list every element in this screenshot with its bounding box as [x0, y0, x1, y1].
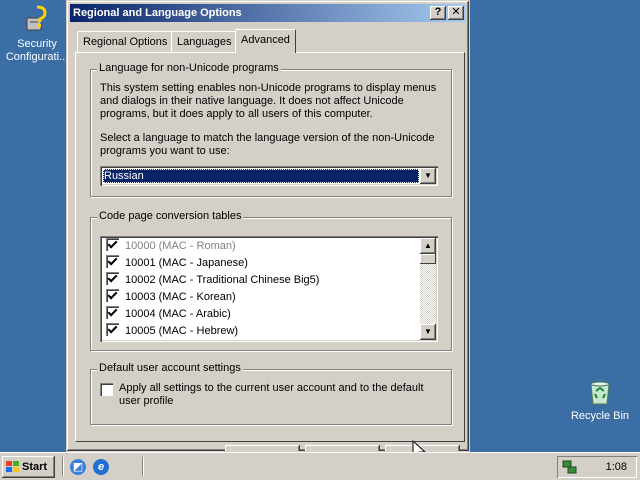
code-page-label: 10002 (MAC - Traditional Chinese Big5) [125, 274, 320, 286]
list-item[interactable]: 10005 (MAC - Hebrew) [106, 323, 238, 340]
network-tray-icon[interactable] [562, 459, 578, 475]
code-page-checkbox[interactable] [106, 289, 119, 302]
apply-default-user-checkbox[interactable] [100, 383, 113, 396]
system-tray: 1:08 [557, 456, 637, 478]
code-page-checkbox[interactable] [106, 272, 119, 285]
close-button[interactable]: ✕ [448, 6, 464, 20]
code-page-checkbox[interactable] [106, 306, 119, 319]
list-scrollbar[interactable]: ▲ ▼ [420, 238, 436, 340]
default-user-group: Default user account settings Apply all … [90, 362, 452, 425]
taskbar-separator [142, 457, 144, 476]
cancel-button[interactable] [305, 445, 380, 451]
tab-regional-options[interactable]: Regional Options [77, 31, 174, 52]
list-item[interactable]: 10003 (MAC - Korean) [106, 289, 236, 306]
apply-default-user-label: Apply all settings to the current user a… [119, 382, 424, 407]
code-page-checkbox[interactable] [106, 238, 119, 251]
advanced-tab-page: Language for non-Unicode programs This s… [75, 52, 465, 442]
non-unicode-group-title: Language for non-Unicode programs [97, 62, 281, 74]
code-page-checkbox[interactable] [106, 323, 119, 336]
code-page-group: Code page conversion tables 10000 (MAC -… [90, 210, 452, 351]
code-page-label: 10005 (MAC - Hebrew) [125, 325, 239, 337]
taskbar-separator [62, 457, 64, 476]
scroll-down-icon[interactable]: ▼ [420, 324, 436, 340]
code-page-label: 10004 (MAC - Arabic) [125, 308, 231, 320]
taskbar: Start ◩ e 1:08 [0, 452, 640, 480]
code-page-checkbox[interactable] [106, 255, 119, 268]
chevron-down-icon[interactable]: ▼ [420, 168, 436, 184]
code-page-label: 10003 (MAC - Korean) [125, 291, 236, 303]
start-label: Start [22, 461, 48, 473]
dialog-titlebar[interactable]: Regional and Language Options ? ✕ [70, 4, 466, 22]
recycle-bin-icon [584, 376, 616, 408]
code-page-group-title: Code page conversion tables [97, 210, 244, 222]
security-configuration-shortcut[interactable]: Security Configurati... [2, 4, 72, 64]
show-desktop-icon[interactable]: ◩ [70, 459, 86, 475]
list-item[interactable]: 10000 (MAC - Roman) [106, 238, 236, 255]
ok-button[interactable] [225, 445, 300, 451]
tab-languages[interactable]: Languages [171, 31, 238, 52]
non-unicode-description: This system setting enables non-Unicode … [100, 82, 437, 120]
recycle-bin-label: Recycle Bin [570, 410, 630, 422]
non-unicode-language-group: Language for non-Unicode programs This s… [90, 62, 452, 197]
dialog-title: Regional and Language Options [73, 7, 242, 19]
start-button[interactable]: Start [2, 456, 55, 478]
scroll-thumb[interactable] [420, 254, 436, 264]
list-item[interactable]: 10002 (MAC - Traditional Chinese Big5) [106, 272, 319, 289]
language-dropdown[interactable]: Russian ▼ [100, 166, 438, 186]
code-page-label: 10001 (MAC - Japanese) [125, 257, 248, 269]
tab-advanced[interactable]: Advanced [235, 29, 296, 53]
regional-language-options-dialog: Regional and Language Options ? ✕ Region… [66, 0, 470, 452]
list-item[interactable]: 10004 (MAC - Arabic) [106, 306, 231, 323]
internet-explorer-icon[interactable]: e [93, 459, 109, 475]
scroll-up-icon[interactable]: ▲ [420, 238, 436, 254]
help-button[interactable]: ? [430, 6, 446, 20]
windows-logo-icon [6, 461, 19, 472]
language-select-prompt: Select a language to match the language … [100, 132, 435, 157]
code-page-list[interactable]: 10000 (MAC - Roman) 10001 (MAC - Japanes… [100, 236, 438, 342]
security-icon-label: Security Configurati... [5, 38, 69, 63]
security-help-icon [21, 4, 53, 36]
language-dropdown-value: Russian [103, 169, 419, 183]
recycle-bin-shortcut[interactable]: Recycle Bin [565, 376, 635, 423]
clock[interactable]: 1:08 [606, 456, 627, 478]
code-page-label: 10000 (MAC - Roman) [125, 240, 236, 252]
default-user-group-title: Default user account settings [97, 362, 243, 374]
list-item[interactable]: 10001 (MAC - Japanese) [106, 255, 248, 272]
